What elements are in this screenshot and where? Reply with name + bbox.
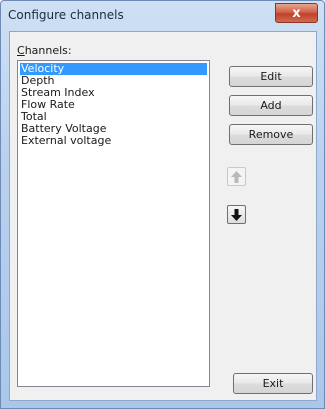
remove-button[interactable]: Remove [229, 124, 313, 145]
arrow-up-icon [231, 170, 242, 183]
close-button[interactable]: x [275, 3, 318, 23]
channels-listbox[interactable]: Velocity Depth Stream Index Flow Rate To… [17, 60, 210, 387]
channels-label-access-key: C [17, 44, 25, 57]
arrow-down-icon [231, 208, 242, 221]
exit-button[interactable]: Exit [233, 373, 313, 394]
list-item[interactable]: External voltage [18, 135, 209, 147]
title-bar[interactable]: Configure channels x [1, 1, 324, 28]
channels-label: Channels: [17, 44, 72, 57]
window-title: Configure channels [8, 8, 124, 22]
add-button[interactable]: Add [229, 95, 313, 116]
move-down-button[interactable] [227, 205, 246, 224]
close-icon: x [292, 5, 301, 21]
channels-label-text: hannels: [24, 44, 72, 57]
move-up-button[interactable] [227, 167, 246, 186]
edit-button[interactable]: Edit [229, 66, 313, 87]
